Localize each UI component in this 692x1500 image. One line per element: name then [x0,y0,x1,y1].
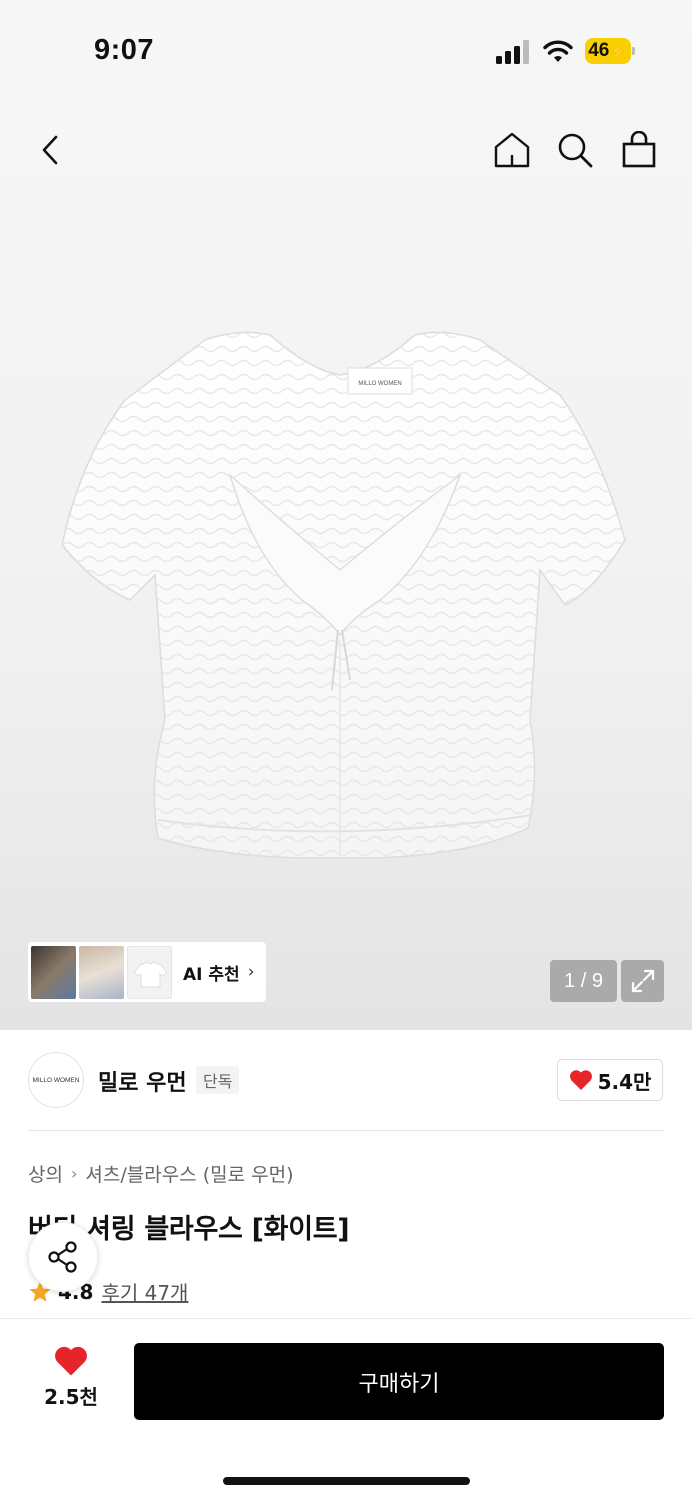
ai-recommendation-strip[interactable]: AI 추천 › [28,942,266,1002]
back-button[interactable] [28,128,72,172]
cellular-signal-icon [496,40,529,64]
buy-button[interactable]: 구매하기 [134,1343,664,1420]
image-page-counter: 1 / 9 [550,960,617,1002]
home-button[interactable] [490,128,534,172]
svg-text:MILLO WOMEN: MILLO WOMEN [358,381,401,387]
back-arrow-icon [42,135,58,165]
blouse-product-image: MILLO WOMEN [61,331,626,859]
heart-icon [55,1346,87,1376]
search-button[interactable] [553,128,597,172]
breadcrumb-category[interactable]: 상의 [28,1160,63,1187]
brand-logo[interactable]: MILLO WOMEN [28,1052,84,1108]
brand-like-count: 5.4만 [597,1069,652,1094]
product-image-area[interactable]: 9:07 46 ⚡ MILLO WOMEN AI 추천 › 1 / 9 [0,0,692,1030]
battery-level: 46 [588,40,610,61]
status-time: 9:07 [94,34,155,66]
bottom-action-bar: 2.5천 구매하기 [0,1318,692,1500]
ai-recommend-label: AI 추천 [183,964,240,985]
brand-like-button[interactable]: 5.4만 [557,1059,663,1101]
chevron-right-icon: › [70,1164,78,1183]
review-count-link[interactable]: 후기 47개 [101,1277,188,1306]
thumbnail-1[interactable] [31,945,76,999]
breadcrumb: 상의 › 셔츠/블라우스 (밀로 우먼) [28,1160,293,1187]
top-navigation [0,110,692,190]
breadcrumb-subcategory[interactable]: 셔츠/블라우스 (밀로 우먼) [85,1160,293,1187]
expand-image-button[interactable] [621,960,664,1002]
thumbnail-3[interactable] [127,945,172,999]
heart-icon [569,1070,592,1090]
brand-name[interactable]: 밀로 우먼 [98,1065,187,1097]
home-indicator [223,1477,470,1485]
wishlist-count: 2.5천 [44,1385,98,1409]
exclusive-badge: 단독 [196,1066,240,1094]
shopping-bag-icon [622,131,656,168]
brand-logo-text: MILLO WOMEN [32,1076,80,1084]
wishlist-button[interactable]: 2.5천 [28,1345,114,1415]
expand-icon [631,969,654,993]
share-button[interactable] [28,1222,98,1292]
status-bar: 9:07 46 ⚡ [0,0,692,100]
divider [28,1130,664,1131]
battery-icon: 46 ⚡ [585,38,635,64]
share-icon [48,1241,77,1273]
brand-row: MILLO WOMEN 밀로 우먼 단독 5.4만 [28,1052,664,1110]
wifi-icon [543,40,573,62]
chevron-right-icon: › [247,962,255,982]
thumbnail-2[interactable] [79,945,124,999]
home-icon [494,132,530,168]
cart-button[interactable] [617,128,661,172]
search-icon [558,133,593,168]
